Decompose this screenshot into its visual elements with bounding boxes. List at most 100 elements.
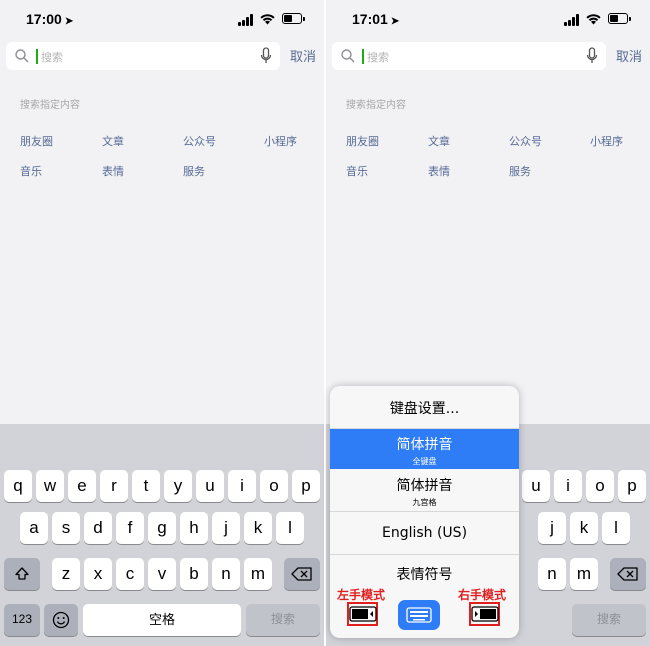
location-arrow-icon: ➤ <box>390 16 400 27</box>
numbers-key[interactable]: 123 <box>4 604 40 636</box>
key-f[interactable]: f <box>116 512 144 544</box>
category-services[interactable]: 服务 <box>509 163 531 179</box>
status-bar: 17:01 ➤ <box>326 0 650 38</box>
search-input[interactable]: 搜索 <box>367 49 389 65</box>
search-hint-label: 搜索指定内容 <box>346 100 406 111</box>
right-hand-mode-label: 右手模式 <box>458 588 507 602</box>
location-arrow-icon: ➤ <box>64 16 74 27</box>
key-o[interactable]: o <box>586 470 614 502</box>
key-d[interactable]: d <box>84 512 112 544</box>
key-e[interactable]: e <box>68 470 96 502</box>
key-s[interactable]: s <box>52 512 80 544</box>
category-official-accounts[interactable]: 公众号 <box>183 133 216 149</box>
status-time-text: 17:00 <box>26 11 62 27</box>
shift-key[interactable] <box>4 558 40 590</box>
key-l[interactable]: l <box>276 512 304 544</box>
cancel-button[interactable]: 取消 <box>616 46 642 65</box>
wifi-icon <box>260 14 275 25</box>
key-t[interactable]: t <box>132 470 160 502</box>
key-h[interactable]: h <box>180 512 208 544</box>
key-m[interactable]: m <box>244 558 272 590</box>
key-a[interactable]: a <box>20 512 48 544</box>
key-c[interactable]: c <box>116 558 144 590</box>
key-x[interactable]: x <box>84 558 112 590</box>
category-official-accounts[interactable]: 公众号 <box>509 133 542 149</box>
search-key[interactable]: 搜索 <box>246 604 320 636</box>
key-p[interactable]: p <box>618 470 646 502</box>
menu-item-pinyin-full[interactable]: 简体拼音 全键盘 <box>330 429 519 469</box>
category-articles[interactable]: 文章 <box>428 133 450 149</box>
menu-item-pinyin-9key[interactable]: 简体拼音 九宫格 <box>330 470 519 510</box>
left-hand-keyboard-icon[interactable] <box>349 604 377 624</box>
microphone-icon[interactable] <box>586 47 598 65</box>
microphone-icon[interactable] <box>260 47 272 65</box>
backspace-icon <box>291 567 312 581</box>
wifi-icon <box>586 14 601 25</box>
menu-item-subtitle: 九宫格 <box>412 498 437 507</box>
search-hint-label: 搜索指定内容 <box>20 100 80 111</box>
key-j[interactable]: j <box>538 512 566 544</box>
search-bar[interactable]: 搜索 <box>6 42 280 70</box>
key-v[interactable]: v <box>148 558 176 590</box>
key-b[interactable]: b <box>180 558 208 590</box>
backspace-icon <box>617 567 638 581</box>
key-u[interactable]: u <box>522 470 550 502</box>
keyboard-settings-label: 键盘设置... <box>389 401 460 417</box>
category-stickers[interactable]: 表情 <box>102 163 124 179</box>
search-icon <box>15 49 29 63</box>
shift-icon <box>15 567 29 580</box>
keyboard-switcher-menu: 键盘设置... 简体拼音 全键盘 简体拼音 九宫格 English (US) 表… <box>330 386 519 638</box>
emoji-icon <box>52 611 70 629</box>
text-cursor <box>362 49 364 64</box>
text-cursor <box>36 49 38 64</box>
key-y[interactable]: y <box>164 470 192 502</box>
key-k[interactable]: k <box>244 512 272 544</box>
menu-item-title: English (US) <box>381 525 468 541</box>
key-q[interactable]: q <box>4 470 32 502</box>
menu-item-subtitle: 全键盘 <box>412 457 437 466</box>
backspace-key[interactable] <box>610 558 646 590</box>
key-j[interactable]: j <box>212 512 240 544</box>
category-articles[interactable]: 文章 <box>102 133 124 149</box>
search-key[interactable]: 搜索 <box>572 604 646 636</box>
category-moments[interactable]: 朋友圈 <box>346 133 379 149</box>
search-bar[interactable]: 搜索 <box>332 42 606 70</box>
key-n[interactable]: n <box>538 558 566 590</box>
category-stickers[interactable]: 表情 <box>428 163 450 179</box>
key-i[interactable]: i <box>228 470 256 502</box>
category-moments[interactable]: 朋友圈 <box>20 133 53 149</box>
phone-screen-left: 17:00 ➤ 搜索 取消 搜索指定内容 朋友圈 文章 公众号 小程序 音乐 表情… <box>0 0 324 646</box>
status-time-text: 17:01 <box>352 11 388 27</box>
key-u[interactable]: u <box>196 470 224 502</box>
key-i[interactable]: i <box>554 470 582 502</box>
key-g[interactable]: g <box>148 512 176 544</box>
battery-icon <box>282 13 305 24</box>
menu-item-english[interactable]: English (US) <box>330 512 519 554</box>
key-r[interactable]: r <box>100 470 128 502</box>
emoji-key[interactable] <box>44 604 78 636</box>
key-l[interactable]: l <box>602 512 630 544</box>
backspace-key[interactable] <box>284 558 320 590</box>
menu-item-title: 简体拼音 <box>396 437 453 453</box>
right-hand-keyboard-icon[interactable] <box>471 604 499 624</box>
category-music[interactable]: 音乐 <box>346 163 368 179</box>
key-z[interactable]: z <box>52 558 80 590</box>
keyboard-settings-item[interactable]: 键盘设置... <box>330 398 519 426</box>
key-k[interactable]: k <box>570 512 598 544</box>
key-n[interactable]: n <box>212 558 240 590</box>
standard-keyboard-button[interactable] <box>398 600 440 630</box>
key-p[interactable]: p <box>292 470 320 502</box>
status-time: 17:01 ➤ <box>352 11 399 27</box>
battery-icon <box>608 13 631 24</box>
search-input[interactable]: 搜索 <box>41 49 63 65</box>
category-mini-programs[interactable]: 小程序 <box>590 133 623 149</box>
search-icon <box>341 49 355 63</box>
key-m[interactable]: m <box>570 558 598 590</box>
cancel-button[interactable]: 取消 <box>290 46 316 65</box>
key-o[interactable]: o <box>260 470 288 502</box>
category-mini-programs[interactable]: 小程序 <box>264 133 297 149</box>
category-music[interactable]: 音乐 <box>20 163 42 179</box>
space-key[interactable]: 空格 <box>83 604 241 636</box>
key-w[interactable]: w <box>36 470 64 502</box>
category-services[interactable]: 服务 <box>183 163 205 179</box>
